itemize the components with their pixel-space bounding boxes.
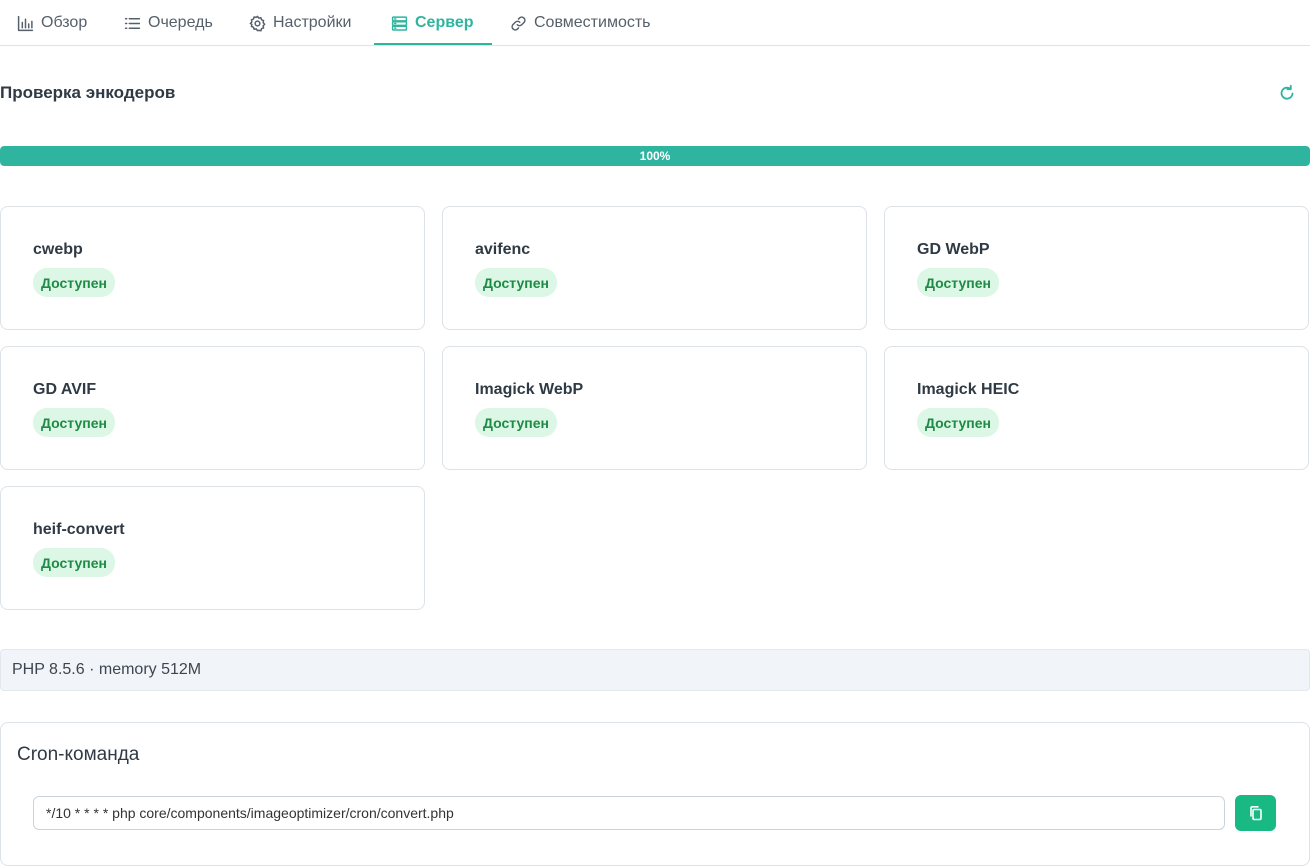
copy-icon <box>1249 806 1262 821</box>
refresh-button[interactable] <box>1277 83 1297 103</box>
tab-server[interactable]: Сервер <box>391 0 474 46</box>
encoder-name: cwebp <box>33 241 83 258</box>
tab-settings[interactable]: Настройки <box>249 0 351 46</box>
tab-label: Совместимость <box>534 14 651 31</box>
status-badge: Доступен <box>475 408 557 437</box>
section-title: Проверка энкодеров <box>0 83 176 102</box>
progress-label: 100% <box>639 149 671 163</box>
tab-compatibility[interactable]: Совместимость <box>510 0 651 46</box>
encoder-card-avifenc: avifenc Доступен <box>442 206 867 330</box>
encoder-name: GD AVIF <box>33 381 97 398</box>
cron-command-input[interactable] <box>33 796 1225 830</box>
status-badge: Доступен <box>33 408 115 437</box>
encoder-card-cwebp: cwebp Доступен <box>0 206 425 330</box>
progress-fill: 100% <box>0 146 1310 166</box>
link-icon <box>511 15 526 31</box>
bar-chart-icon <box>17 15 34 31</box>
status-badge: Доступен <box>33 268 115 297</box>
tab-label: Настройки <box>273 14 352 31</box>
refresh-icon <box>1280 84 1294 100</box>
copy-button[interactable] <box>1235 795 1276 831</box>
status-badge: Доступен <box>917 408 999 437</box>
cron-card: Cron-команда <box>0 722 1310 866</box>
status-badge: Доступен <box>917 268 999 297</box>
encoder-name: avifenc <box>475 241 531 258</box>
status-badge: Доступен <box>33 548 115 577</box>
encoder-card-imagick-webp: Imagick WebP Доступен <box>442 346 867 470</box>
php-info-bar: PHP 8.5.6 · memory 512M <box>0 649 1310 691</box>
encoder-card-imagick-heic: Imagick HEIC Доступен <box>884 346 1309 470</box>
tab-bar: Обзор Очередь Настройки Сервер Совместим… <box>0 0 1310 46</box>
active-tab-indicator <box>374 43 492 45</box>
list-icon <box>124 17 141 29</box>
encoder-name: GD WebP <box>917 241 990 258</box>
tab-queue[interactable]: Очередь <box>124 0 213 46</box>
encoder-name: Imagick HEIC <box>917 381 1020 398</box>
tab-label: Очередь <box>148 14 213 31</box>
progress-bar: 100% <box>0 146 1310 166</box>
encoder-card-gd-avif: GD AVIF Доступен <box>0 346 425 470</box>
status-badge: Доступен <box>475 268 557 297</box>
cron-title: Cron-команда <box>17 744 140 765</box>
server-icon <box>391 15 408 31</box>
tab-overview[interactable]: Обзор <box>17 0 87 46</box>
gear-icon <box>249 15 266 31</box>
tab-label: Сервер <box>415 14 474 31</box>
encoder-name: Imagick WebP <box>475 381 584 398</box>
encoder-card-gd-webp: GD WebP Доступен <box>884 206 1309 330</box>
tab-label: Обзор <box>41 14 88 31</box>
encoder-card-heif-convert: heif-convert Доступен <box>0 486 425 610</box>
encoder-name: heif-convert <box>33 521 125 538</box>
